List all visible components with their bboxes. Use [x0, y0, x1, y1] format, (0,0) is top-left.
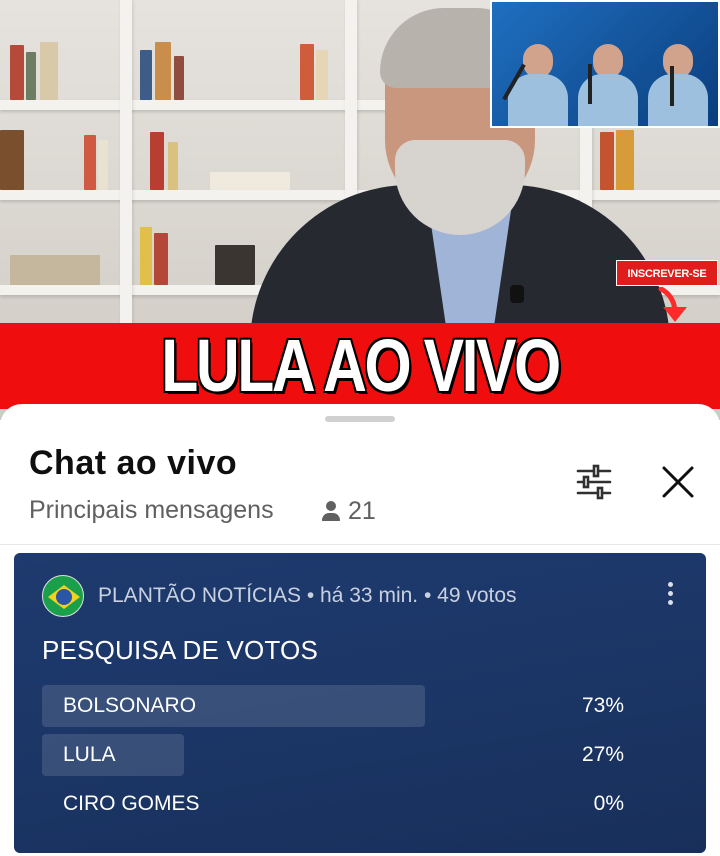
- arrow-down-icon: [658, 287, 687, 322]
- video-player[interactable]: INSCREVER-SE LULA AO VIVO BOMBA: [0, 0, 720, 420]
- inset-person: [578, 44, 638, 126]
- book-row: [0, 120, 720, 190]
- banner-text: LULA AO VIVO BOMBA: [161, 324, 561, 420]
- poll-option-percent: 0%: [593, 792, 624, 815]
- poll-option-label: BOLSONARO: [63, 694, 197, 717]
- microphone: [670, 66, 674, 106]
- chat-title: Chat ao vivo: [29, 444, 238, 482]
- poll-option-percent: 27%: [581, 743, 624, 766]
- person-icon: [320, 500, 342, 522]
- filter-icon[interactable]: [574, 462, 614, 502]
- divider: [0, 544, 720, 545]
- chat-mode-selector[interactable]: Principais mensagens: [29, 496, 274, 525]
- shelf-post: [120, 0, 132, 330]
- drag-handle[interactable]: [325, 416, 395, 422]
- poll-header: PLANTÃO NOTÍCIAS • há 33 min. • 49 votos: [42, 575, 517, 617]
- poll-card: PLANTÃO NOTÍCIAS • há 33 min. • 49 votos…: [14, 553, 706, 853]
- viewer-count-value: 21: [348, 496, 376, 525]
- poll-question: PESQUISA DE VOTOS: [42, 635, 319, 665]
- microphone: [588, 64, 592, 104]
- inset-video: [490, 0, 720, 128]
- brazil-flag-avatar: [42, 575, 84, 617]
- poll-option-percent: 73%: [581, 694, 624, 717]
- lapel-mic: [510, 285, 524, 303]
- inset-person: [648, 44, 708, 126]
- poll-option-label: LULA: [63, 743, 116, 766]
- viewer-count: 21: [320, 496, 376, 526]
- close-icon[interactable]: [656, 460, 700, 504]
- poll-option-lula[interactable]: LULA 27%: [42, 734, 676, 776]
- more-options-icon[interactable]: [664, 579, 676, 613]
- poll-option-ciro-gomes[interactable]: CIRO GOMES 0%: [42, 783, 676, 825]
- subscribe-badge[interactable]: INSCREVER-SE: [616, 260, 718, 286]
- inset-person: [508, 44, 568, 126]
- poll-option-bolsonaro[interactable]: BOLSONARO 73%: [42, 685, 676, 727]
- poll-meta: PLANTÃO NOTÍCIAS • há 33 min. • 49 votos: [98, 584, 517, 607]
- poll-option-label: CIRO GOMES: [63, 792, 200, 815]
